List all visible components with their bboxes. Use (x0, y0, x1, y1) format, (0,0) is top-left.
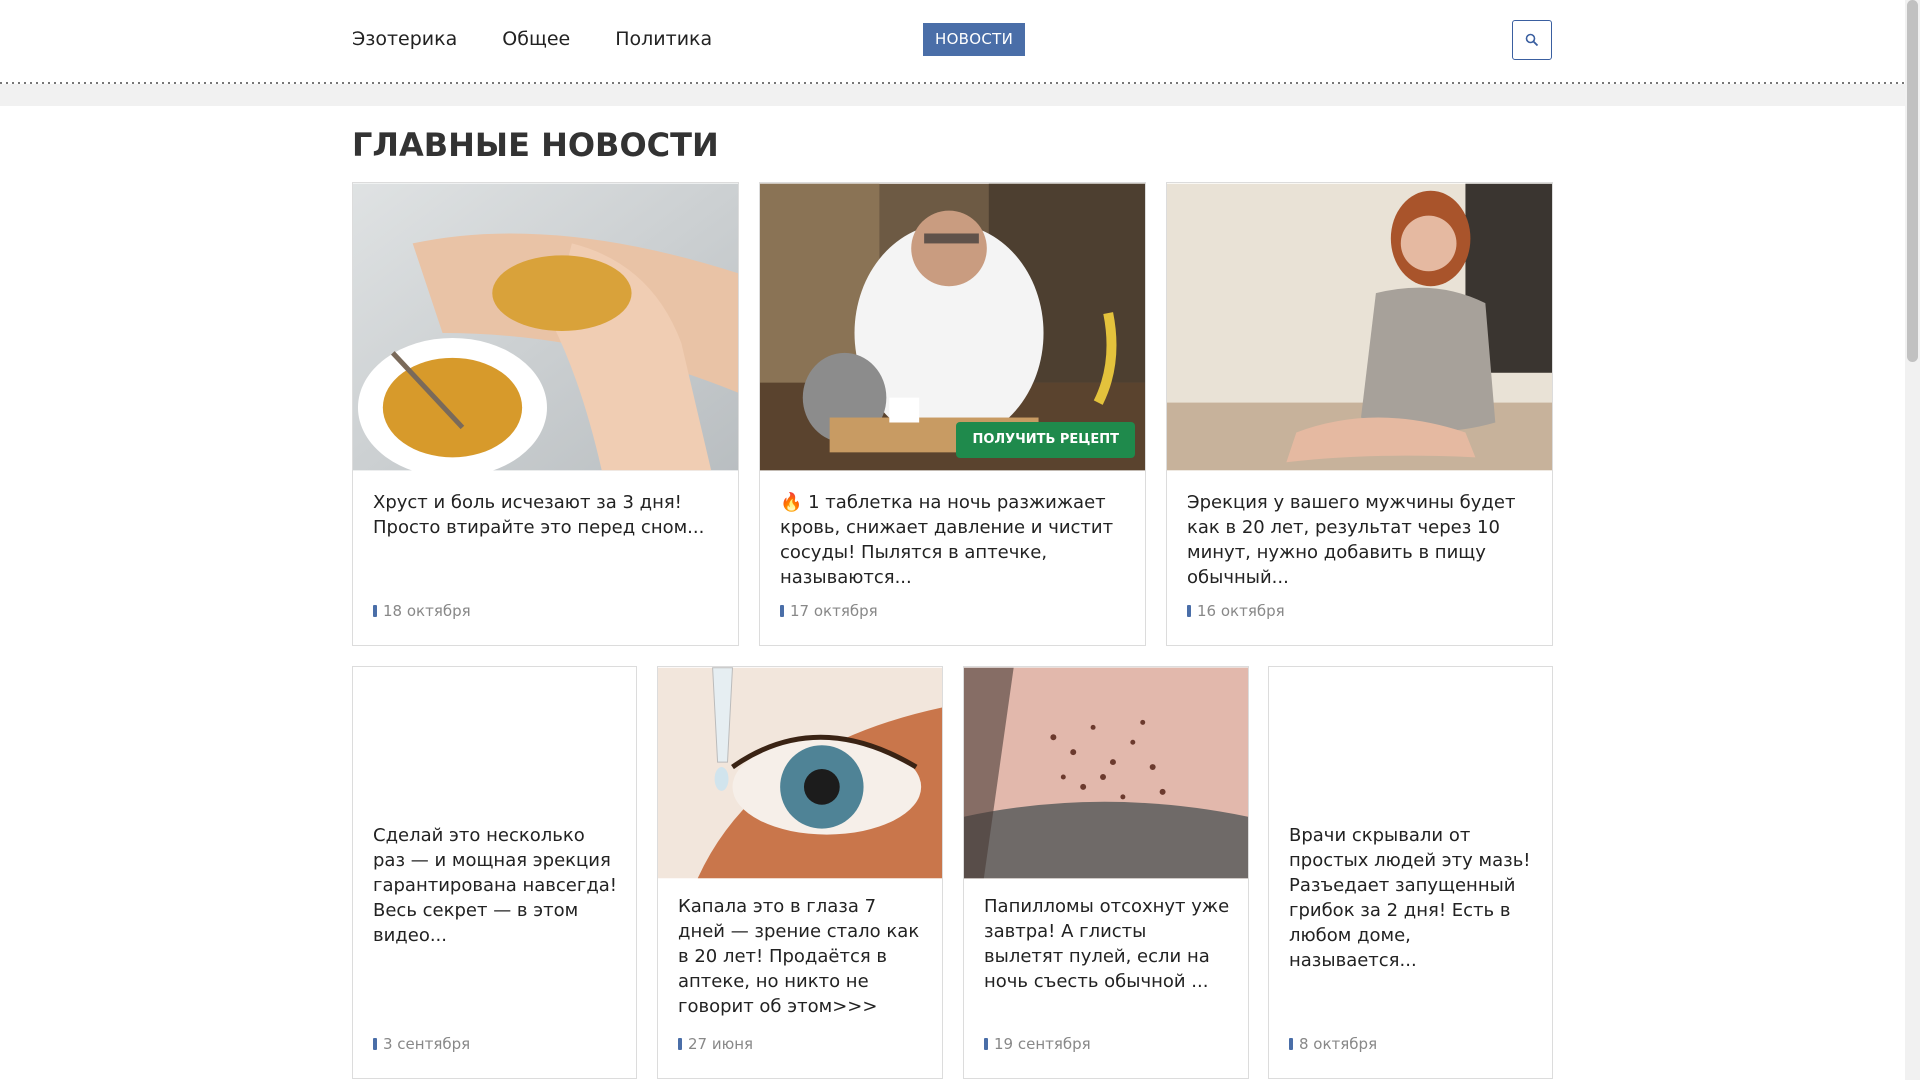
card-image (353, 183, 738, 471)
card-date: 18 октября (373, 602, 471, 620)
card-date: 8 октября (1289, 1035, 1377, 1053)
card-title[interactable]: Хруст и боль исчезают за 3 дня! Просто в… (373, 490, 720, 540)
card-date: 17 октября (780, 602, 878, 620)
card-date-text: 27 июня (688, 1035, 754, 1053)
card-date-text: 16 октября (1197, 602, 1285, 620)
news-card[interactable]: Эрекция у вашего мужчины будет как в 20 … (1166, 182, 1553, 646)
clock-icon (1289, 1038, 1293, 1050)
search-icon (1525, 33, 1539, 47)
card-date-text: 3 сентября (383, 1035, 471, 1053)
news-logo-badge[interactable]: НОВОСТИ (923, 23, 1026, 56)
card-date-text: 19 сентября (994, 1035, 1091, 1053)
card-date: 16 октября (1187, 602, 1285, 620)
card-title[interactable]: 🔥 1 таблетка на ночь разжижает кровь, сн… (780, 490, 1127, 590)
card-title[interactable]: Врачи скрывали от простых людей эту мазь… (1289, 823, 1534, 973)
news-card[interactable]: Сделай это несколько раз — и мощная эрек… (352, 666, 637, 1079)
header-band (0, 84, 1905, 106)
card-date-text: 17 октября (790, 602, 878, 620)
nav-item-politics[interactable]: Политика (615, 28, 712, 50)
scrollbar-thumb[interactable] (1907, 0, 1918, 362)
news-card[interactable]: Папилломы отсохнут уже завтра! А глисты … (963, 666, 1249, 1079)
card-title[interactable]: Эрекция у вашего мужчины будет как в 20 … (1187, 490, 1534, 590)
clock-icon (1187, 605, 1191, 617)
card-title[interactable]: Капала это в глаза 7 дней — зрение стало… (678, 894, 924, 1019)
news-card[interactable]: Хруст и боль исчезают за 3 дня! Просто в… (352, 182, 739, 646)
news-card[interactable]: ПОЛУЧИТЬ РЕЦЕПТ 🔥 1 таблетка на ночь раз… (759, 182, 1146, 646)
card-date: 3 сентября (373, 1035, 470, 1053)
search-button[interactable] (1512, 20, 1552, 60)
card-image (964, 667, 1248, 879)
clock-icon (984, 1038, 988, 1050)
card-date: 27 июня (678, 1035, 753, 1053)
clock-icon (678, 1038, 682, 1050)
card-date: 19 сентября (984, 1035, 1091, 1053)
card-date-text: 8 октября (1299, 1035, 1378, 1053)
top-nav: Эзотерика Общее Политика (352, 28, 757, 50)
card-image (1167, 183, 1552, 471)
card-image (658, 667, 942, 879)
clock-icon (373, 1038, 377, 1050)
clock-icon (373, 605, 377, 617)
card-title[interactable]: Папилломы отсохнут уже завтра! А глисты … (984, 894, 1230, 994)
clock-icon (780, 605, 784, 617)
section-title: ГЛАВНЫЕ НОВОСТИ (352, 126, 719, 164)
get-recipe-button[interactable]: ПОЛУЧИТЬ РЕЦЕПТ (956, 422, 1135, 458)
nav-item-general[interactable]: Общее (502, 28, 570, 50)
card-title[interactable]: Сделай это несколько раз — и мощная эрек… (373, 823, 618, 948)
news-card[interactable]: Врачи скрывали от простых людей эту мазь… (1268, 666, 1553, 1079)
nav-item-esoterics[interactable]: Эзотерика (352, 28, 457, 50)
card-date-text: 18 октября (383, 602, 471, 620)
news-card[interactable]: Капала это в глаза 7 дней — зрение стало… (657, 666, 943, 1079)
page-scrollbar[interactable] (1905, 0, 1920, 1080)
